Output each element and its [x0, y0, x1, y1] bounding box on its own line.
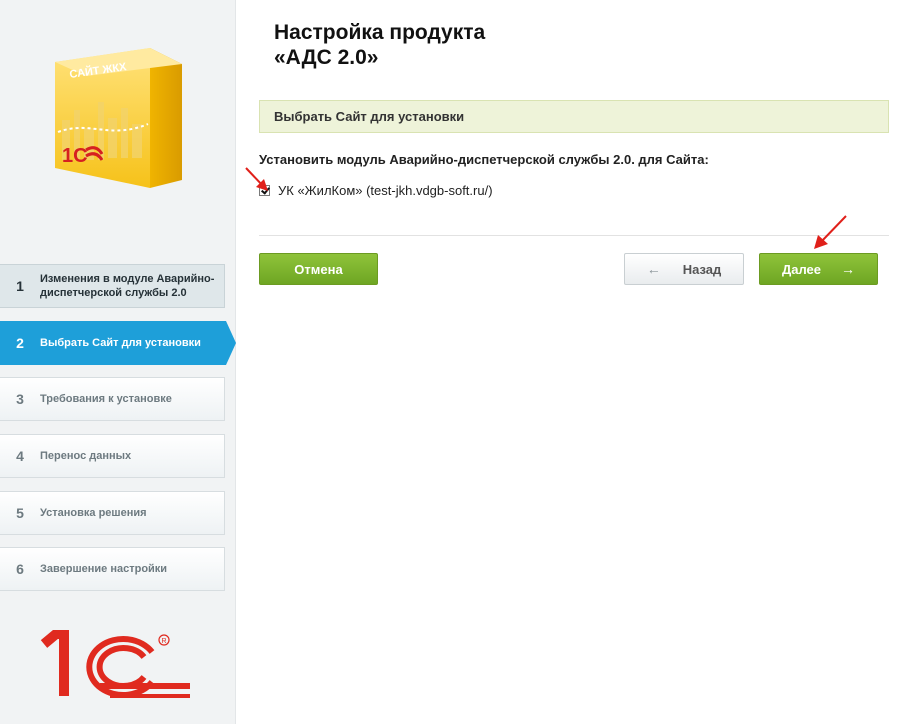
back-button-label: Назад: [682, 261, 722, 277]
step-label: Требования к установке: [40, 393, 172, 405]
wizard-step-4[interactable]: 4 Перенос данных: [0, 434, 225, 478]
module-install-label: Установить модуль Аварийно-диспетчерской…: [259, 152, 709, 167]
step-label: Установка решения: [40, 507, 147, 519]
site-option-label: УК «ЖилКом» (test-jkh.vdgb-soft.ru/): [278, 183, 493, 198]
site-option[interactable]: УК «ЖилКом» (test-jkh.vdgb-soft.ru/): [259, 183, 493, 198]
wizard-sidebar: САЙТ ЖКХ 1С 1 Изменения в модуле Аварийн…: [0, 0, 236, 724]
step-number: 6: [16, 561, 24, 577]
step-number: 4: [16, 448, 24, 464]
step-label: Перенос данных: [40, 450, 132, 462]
wizard-step-3[interactable]: 3 Требования к установке: [0, 377, 225, 421]
product-box-image: САЙТ ЖКХ 1С: [55, 48, 182, 188]
section-title: Выбрать Сайт для установки: [274, 109, 465, 124]
divider: [259, 235, 889, 236]
cancel-button-label: Отмена: [294, 261, 343, 277]
svg-text:R: R: [162, 638, 167, 645]
step-number: 3: [16, 391, 24, 407]
wizard-step-2[interactable]: 2 Выбрать Сайт для установки: [0, 321, 236, 365]
page-title-line2: «АДС 2.0»: [274, 46, 379, 69]
1c-logo: R: [40, 630, 190, 698]
annotation-arrow-icon: [245, 167, 268, 191]
page-title: Настройка продукта «АДС 2.0»: [274, 20, 485, 70]
section-header: Выбрать Сайт для установки: [259, 100, 889, 133]
next-button-label: Далее: [781, 261, 822, 277]
step-label: Завершение настройки: [40, 563, 168, 575]
arrow-left-icon: ←: [646, 261, 661, 277]
step-label: Выбрать Сайт для установки: [40, 337, 201, 349]
step-label: Изменения в модуле Аварийно-диспетчерско…: [40, 273, 215, 299]
page-title-line1: Настройка продукта: [274, 21, 486, 44]
wizard-step-5[interactable]: 5 Установка решения: [0, 491, 225, 535]
back-button[interactable]: ← Назад: [624, 253, 744, 285]
wizard-step-1[interactable]: 1 Изменения в модуле Аварийно-диспетчерс…: [0, 264, 225, 308]
product-box-brand: 1С: [62, 145, 88, 167]
annotation-arrow-icon: [814, 215, 847, 249]
step-number: 5: [16, 505, 24, 521]
arrow-right-icon: →: [841, 261, 856, 277]
cancel-button[interactable]: Отмена: [259, 253, 378, 285]
next-button[interactable]: Далее →: [759, 253, 878, 285]
step-number: 1: [16, 278, 24, 294]
wizard-step-6[interactable]: 6 Завершение настройки: [0, 547, 225, 591]
step-number: 2: [16, 335, 24, 351]
